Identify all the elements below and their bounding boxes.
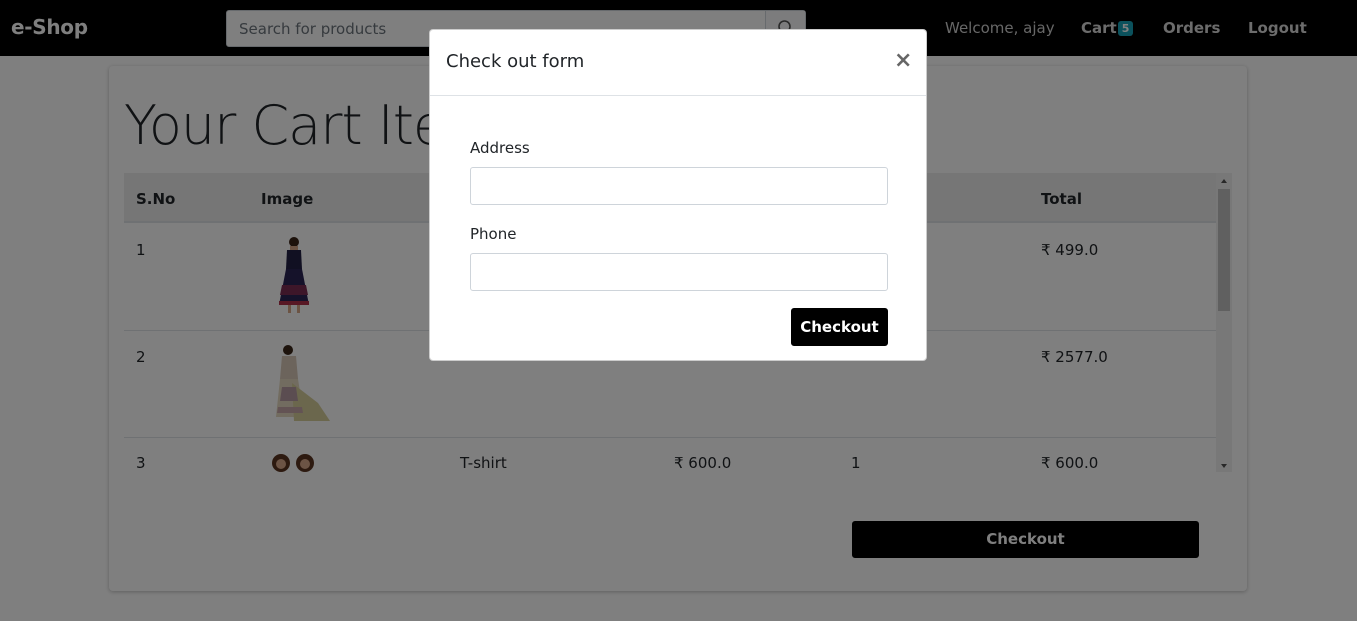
phone-label: Phone (470, 225, 517, 243)
checkout-modal: Check out form × Address Phone Checkout (429, 29, 927, 361)
modal-checkout-button[interactable]: Checkout (791, 308, 888, 346)
modal-header: Check out form × (430, 30, 926, 96)
address-field[interactable] (470, 167, 888, 205)
phone-field[interactable] (470, 253, 888, 291)
modal-title: Check out form (446, 51, 585, 72)
address-label: Address (470, 139, 530, 157)
close-icon[interactable]: × (894, 48, 912, 73)
